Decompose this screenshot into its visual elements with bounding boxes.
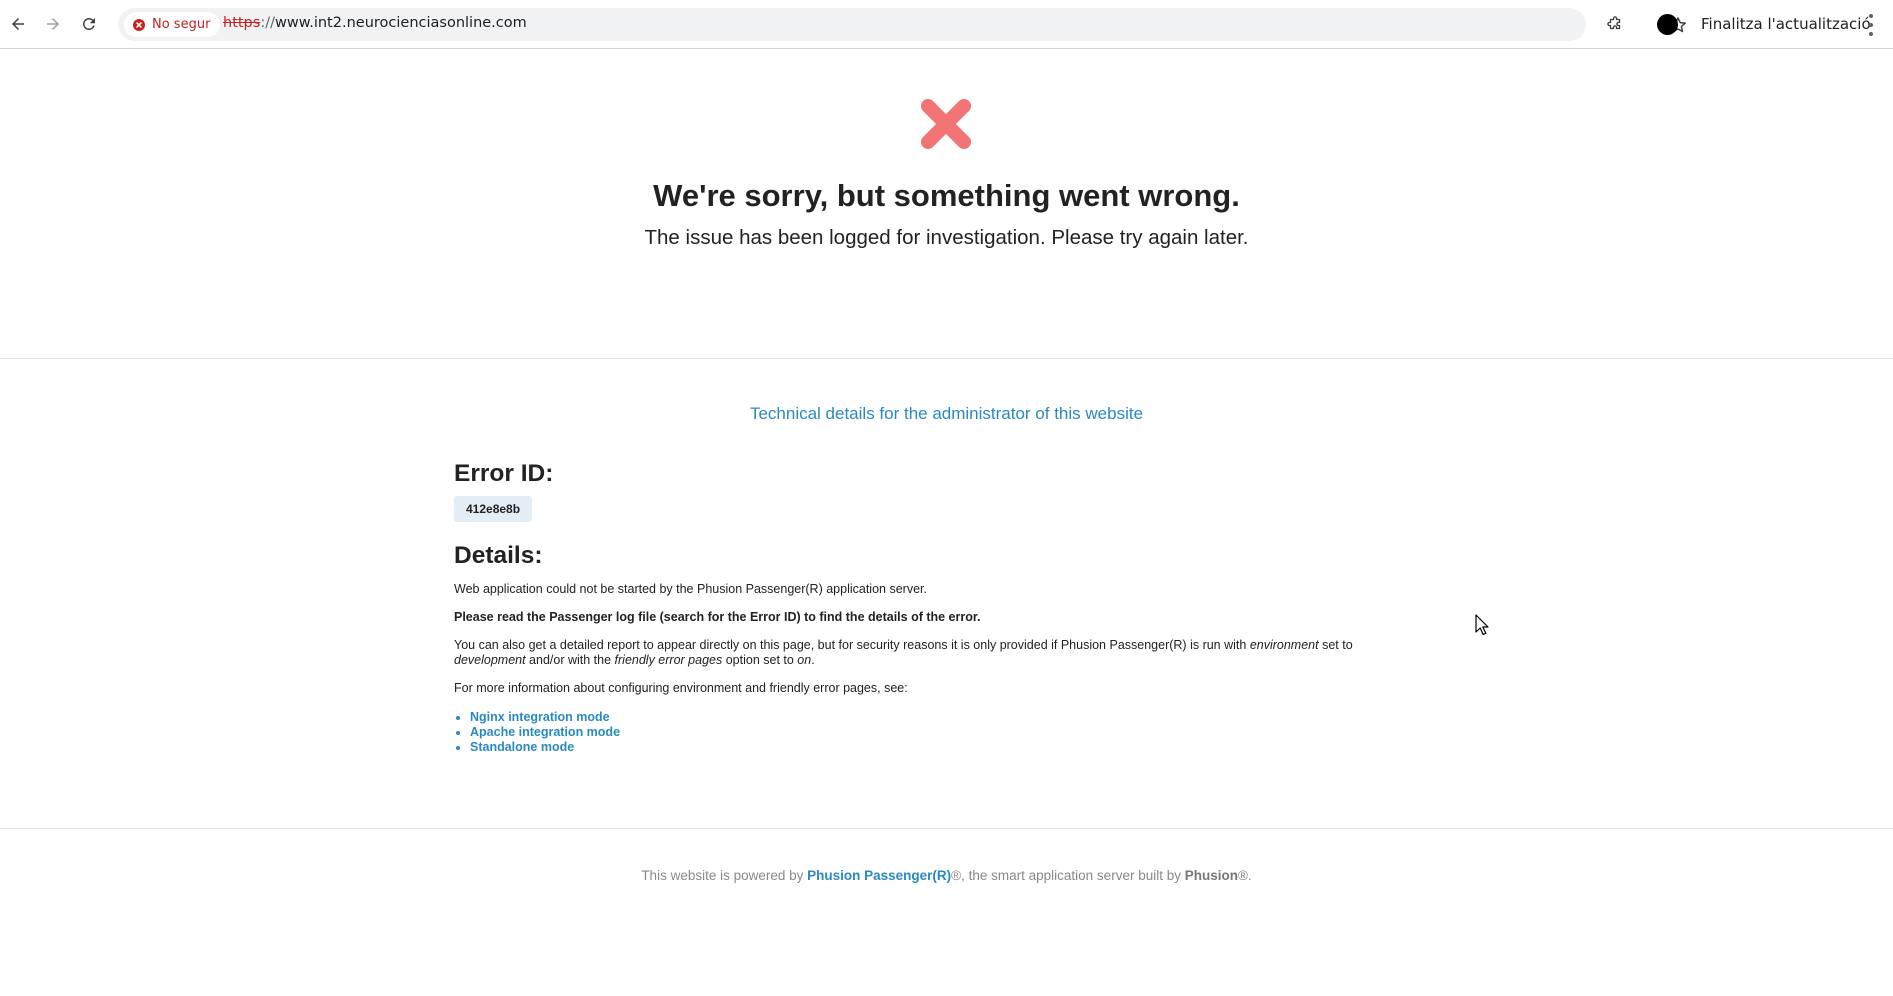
- list-item: Apache integration mode: [470, 725, 1394, 740]
- profile-avatar[interactable]: [1657, 14, 1678, 35]
- warning-icon: [133, 18, 145, 31]
- apache-mode-link[interactable]: Apache integration mode: [470, 725, 620, 739]
- mouse-cursor-icon: [1475, 614, 1489, 636]
- url-scheme: https: [223, 15, 261, 31]
- details-paragraph-3-text: set to: [1318, 638, 1353, 652]
- emphasis-on: on: [797, 653, 812, 667]
- footer-text: ®.: [1237, 868, 1252, 883]
- details-heading: Details:: [454, 542, 543, 569]
- extensions-button[interactable]: [1603, 12, 1627, 36]
- address-bar[interactable]: No segur https://www.int2.neurocienciaso…: [118, 8, 1686, 41]
- details-paragraph-4: For more information about configuring e…: [454, 681, 908, 695]
- footer-divider: [0, 828, 1893, 829]
- page-subtitle: The issue has been logged for investigat…: [644, 226, 1249, 249]
- footer-text: ®, the smart application server built by: [951, 868, 1185, 883]
- passenger-link[interactable]: Phusion Passenger(R): [807, 868, 951, 883]
- emphasis-friendly-error-pages: friendly error pages: [614, 653, 723, 667]
- technical-details: Error ID: 412e8e8b Details: Web applicat…: [454, 460, 1394, 755]
- details-paragraph-3-text: .: [811, 653, 815, 667]
- details-paragraph-3-text: You can also get a detailed report to ap…: [454, 638, 1250, 652]
- security-chip[interactable]: No segur: [124, 12, 221, 37]
- details-paragraph-3-text: option set to: [722, 653, 798, 667]
- forward-icon: [47, 18, 59, 30]
- footer-text: This website is powered by: [641, 868, 808, 883]
- reload-icon: [82, 17, 95, 30]
- kebab-menu-icon[interactable]: [1868, 14, 1874, 36]
- security-chip-label: No segur: [152, 17, 211, 32]
- details-paragraph-2: Please read the Passenger log file (sear…: [454, 610, 1394, 625]
- back-icon: [12, 18, 24, 30]
- url-host: www.int2.neurocienciasonline.com: [274, 15, 527, 31]
- url-text[interactable]: https://www.int2.neurocienciasonline.com: [223, 15, 527, 31]
- page-title: We're sorry, but something went wrong.: [653, 178, 1240, 213]
- technical-details-link[interactable]: Technical details for the administrator …: [0, 404, 1893, 424]
- list-item: Standalone mode: [470, 740, 1394, 755]
- details-paragraph-1: Web application could not be started by …: [454, 582, 927, 596]
- url-separator: ://: [260, 15, 275, 31]
- list-item: Nginx integration mode: [470, 710, 1394, 725]
- footer-brand: Phusion: [1184, 868, 1238, 883]
- browser-toolbar: No segur https://www.int2.neurocienciaso…: [0, 0, 1893, 49]
- emphasis-development: development: [454, 653, 526, 667]
- back-button[interactable]: [6, 12, 30, 36]
- forward-button[interactable]: [41, 12, 65, 36]
- details-paragraph-3-text: and/or with the: [525, 653, 615, 667]
- error-id-heading: Error ID:: [454, 460, 554, 487]
- error-id-badge: 412e8e8b: [454, 496, 533, 522]
- update-button[interactable]: Finalitza l'actualització: [1701, 15, 1871, 33]
- footer: This website is powered by Phusion Passe…: [0, 868, 1893, 883]
- reload-button[interactable]: [77, 12, 101, 36]
- error-x-icon: [921, 99, 971, 149]
- details-paragraph-2-text: Please read the Passenger log file (sear…: [454, 610, 981, 624]
- standalone-mode-link[interactable]: Standalone mode: [470, 740, 574, 754]
- nginx-mode-link[interactable]: Nginx integration mode: [470, 710, 610, 724]
- details-paragraph-3: You can also get a detailed report to ap…: [454, 638, 1394, 668]
- extensions-icon: [1607, 16, 1621, 30]
- emphasis-environment: environment: [1249, 638, 1319, 652]
- docs-link-list: Nginx integration mode Apache integratio…: [454, 710, 1394, 755]
